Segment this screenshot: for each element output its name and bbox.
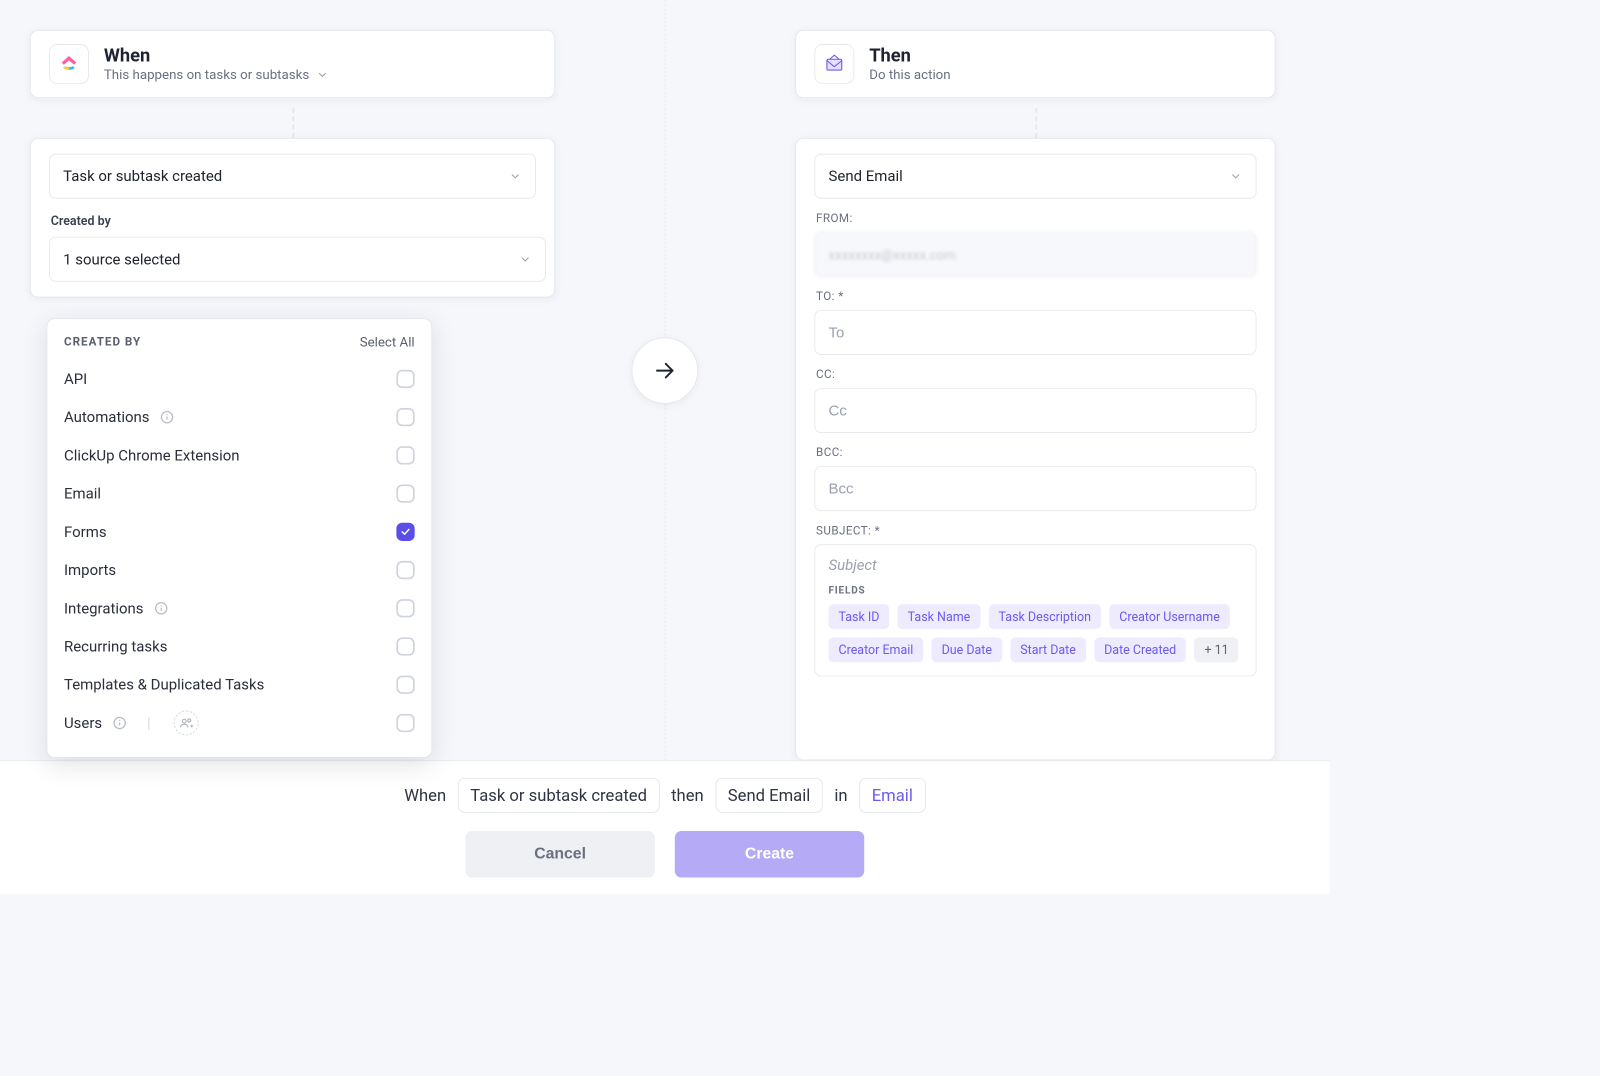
connector <box>1035 108 1037 138</box>
chevron-down-icon <box>509 170 522 183</box>
field-chip[interactable]: Due Date <box>932 637 1002 662</box>
subject-label: SUBJECT: * <box>816 524 1255 537</box>
option-label: Email <box>64 485 101 502</box>
checkbox[interactable] <box>396 637 414 655</box>
option-label: Recurring tasks <box>64 638 167 655</box>
option-label: Users <box>64 714 102 731</box>
field-chip[interactable]: Task ID <box>829 604 890 629</box>
separator: | <box>147 714 151 731</box>
checkbox[interactable] <box>396 523 414 541</box>
checkbox[interactable] <box>396 599 414 617</box>
field-chip[interactable]: Task Description <box>989 604 1101 629</box>
created-by-option[interactable]: Users | <box>64 704 415 742</box>
trigger-select[interactable]: Task or subtask created <box>49 154 536 199</box>
from-field: xxxxxxxx@xxxxx.com <box>814 232 1256 277</box>
option-label: Templates & Duplicated Tasks <box>64 676 264 693</box>
action-select-label: Send Email <box>829 167 903 184</box>
checkbox[interactable] <box>396 676 414 694</box>
arrow-right-icon <box>653 359 676 382</box>
field-chip[interactable]: Task Name <box>898 604 981 629</box>
cc-input[interactable] <box>814 388 1256 433</box>
cc-label: CC: <box>816 368 1255 381</box>
clickup-icon <box>49 44 89 84</box>
created-by-select[interactable]: 1 source selected <box>49 237 546 282</box>
created-by-option[interactable]: Forms <box>64 513 415 551</box>
email-icon-box <box>814 44 854 84</box>
subject-box[interactable]: Subject FIELDS Task ID Task Name Task Desc… <box>814 544 1256 676</box>
bcc-input[interactable] <box>814 466 1256 511</box>
option-label: API <box>64 370 87 387</box>
option-label: Integrations <box>64 600 144 617</box>
summary-action[interactable]: Send Email <box>715 778 822 813</box>
option-label: Automations <box>64 408 150 425</box>
bottom-bar: When Task or subtask created then Send E… <box>0 760 1330 894</box>
then-subtitle: Do this action <box>869 66 950 82</box>
checkbox[interactable] <box>396 446 414 464</box>
summary-trigger[interactable]: Task or subtask created <box>458 778 660 813</box>
created-by-option[interactable]: Recurring tasks <box>64 627 415 665</box>
created-by-popup: CREATED BY Select All API Automations Clic… <box>47 318 433 758</box>
cancel-button[interactable]: Cancel <box>465 831 654 878</box>
create-button[interactable]: Create <box>675 831 864 878</box>
info-icon <box>112 715 127 730</box>
option-label: Imports <box>64 561 116 578</box>
info-icon <box>159 410 174 425</box>
summary-line: When Task or subtask created then Send E… <box>404 778 925 813</box>
created-by-option[interactable]: Email <box>64 475 415 513</box>
flow-arrow <box>632 337 698 403</box>
created-by-option[interactable]: Integrations <box>64 589 415 627</box>
trigger-select-label: Task or subtask created <box>63 167 222 184</box>
created-by-value: 1 source selected <box>63 251 180 268</box>
to-label: TO: * <box>816 290 1255 303</box>
chevron-down-icon <box>519 253 532 266</box>
checkbox[interactable] <box>396 408 414 426</box>
checkbox[interactable] <box>396 370 414 388</box>
select-all-button[interactable]: Select All <box>360 334 415 350</box>
summary-in: in <box>834 785 847 805</box>
chevron-down-icon <box>1229 170 1242 183</box>
email-icon <box>824 53 846 75</box>
info-icon <box>153 601 168 616</box>
subject-placeholder: Subject <box>829 557 1243 574</box>
created-by-option[interactable]: Imports <box>64 551 415 589</box>
chevron-down-icon <box>316 68 329 81</box>
checkbox[interactable] <box>396 561 414 579</box>
field-chip[interactable]: Creator Email <box>829 637 924 662</box>
checkbox[interactable] <box>396 484 414 502</box>
created-by-option[interactable]: Automations <box>64 398 415 436</box>
summary-target[interactable]: Email <box>859 778 925 813</box>
connector <box>293 108 295 138</box>
then-title: Then <box>869 46 950 67</box>
field-chip[interactable]: Start Date <box>1010 637 1086 662</box>
created-by-option[interactable]: API <box>64 360 415 398</box>
clickup-logo-icon <box>57 52 80 75</box>
summary-when: When <box>404 785 446 805</box>
bcc-label: BCC: <box>816 446 1255 459</box>
field-chip[interactable]: Date Created <box>1094 637 1186 662</box>
created-by-option[interactable]: ClickUp Chrome Extension <box>64 436 415 474</box>
field-chip[interactable]: Creator Username <box>1109 604 1229 629</box>
to-input[interactable] <box>814 310 1256 355</box>
when-title: When <box>104 46 329 67</box>
field-chip-more[interactable]: + 11 <box>1194 637 1238 662</box>
people-add-icon[interactable] <box>174 711 199 736</box>
when-subtitle-row[interactable]: This happens on tasks or subtasks <box>104 66 329 82</box>
summary-then: then <box>671 785 704 805</box>
when-subtitle: This happens on tasks or subtasks <box>104 66 309 82</box>
from-label: FROM: <box>816 212 1255 225</box>
action-select[interactable]: Send Email <box>814 154 1256 199</box>
fields-title: FIELDS <box>829 584 1243 596</box>
from-value: xxxxxxxx@xxxxx.com <box>829 246 956 262</box>
checkbox[interactable] <box>396 714 414 732</box>
created-by-label: Created by <box>51 214 535 229</box>
created-by-option[interactable]: Templates & Duplicated Tasks <box>64 666 415 704</box>
option-label: Forms <box>64 523 107 540</box>
option-label: ClickUp Chrome Extension <box>64 447 240 464</box>
popup-title: CREATED BY <box>64 335 141 348</box>
